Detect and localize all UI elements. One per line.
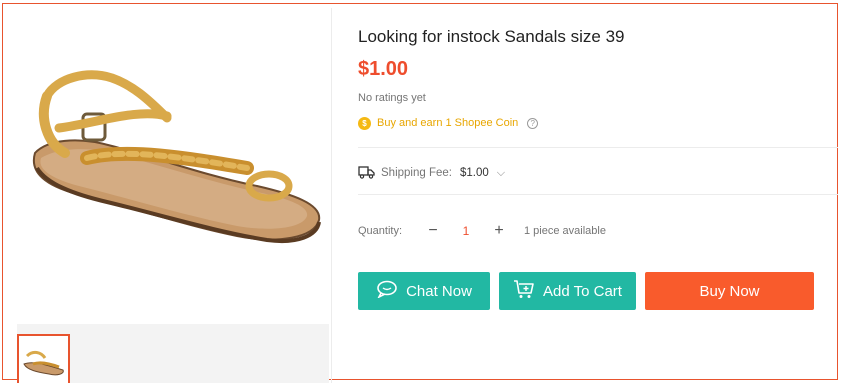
chat-now-button[interactable]: Chat Now [358, 272, 490, 310]
main-product-image[interactable] [17, 8, 329, 324]
add-to-cart-label: Add To Cart [543, 282, 622, 300]
vertical-divider [331, 8, 332, 383]
question-icon[interactable]: ? [527, 117, 539, 129]
stock-available-text: 1 piece available [524, 225, 606, 237]
thumbnail-strip [17, 324, 329, 383]
shipping-row: Shipping Fee: $1.00 ⌵ [358, 163, 505, 183]
shipping-fee-value[interactable]: $1.00 [460, 167, 489, 179]
ratings-text: No ratings yet [358, 92, 426, 104]
cart-icon [513, 279, 535, 303]
thumbnail-selected[interactable] [17, 334, 70, 383]
sandal-image [32, 70, 321, 243]
quantity-increase-button[interactable]: + [486, 220, 512, 242]
coin-icon: $ [358, 116, 371, 130]
quantity-label: Quantity: [358, 225, 403, 237]
quantity-row: Quantity: − 1 + 1 piece available [358, 220, 606, 242]
coin-reward-text: Buy and earn 1 Shopee Coin [377, 117, 519, 129]
chat-bubble-icon [376, 280, 398, 302]
coin-reward: $ Buy and earn 1 Shopee Coin ? [358, 115, 539, 131]
product-info: Looking for instock Sandals size 39 $1.0… [358, 4, 838, 383]
product-gallery [17, 8, 329, 383]
section-divider [358, 194, 838, 195]
buy-now-label: Buy Now [699, 282, 760, 300]
quantity-decrease-button[interactable]: − [420, 220, 446, 242]
quantity-input[interactable]: 1 [446, 220, 486, 242]
product-card: Looking for instock Sandals size 39 $1.0… [2, 3, 838, 383]
sandal-thumbnail-image [23, 350, 64, 376]
shipping-label: Shipping Fee: [381, 167, 452, 179]
chevron-down-icon[interactable]: ⌵ [497, 167, 505, 180]
section-divider [358, 147, 838, 148]
product-price: $1.00 [358, 58, 409, 80]
truck-icon [358, 165, 375, 182]
add-to-cart-button[interactable]: Add To Cart [499, 272, 636, 310]
product-title: Looking for instock Sandals size 39 [358, 27, 625, 46]
buy-now-button[interactable]: Buy Now [645, 272, 814, 310]
chat-now-label: Chat Now [406, 282, 472, 300]
